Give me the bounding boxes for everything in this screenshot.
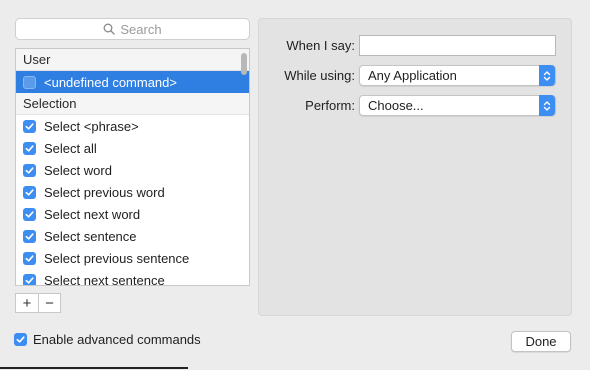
item-label: Select previous sentence [44, 250, 190, 266]
item-label: Select word [44, 162, 112, 178]
list-item[interactable]: Select <phrase> [16, 115, 249, 137]
checkmark-icon [16, 336, 25, 343]
checkmark-icon [25, 254, 34, 262]
search-icon [103, 23, 116, 35]
when-i-say-input[interactable] [359, 35, 556, 56]
checkmark-icon [25, 166, 34, 174]
item-label: Select next sentence [44, 272, 165, 286]
up-down-arrows-icon [539, 65, 555, 86]
list-item[interactable]: <undefined command> [16, 71, 249, 93]
add-command-button[interactable]: + [16, 294, 38, 312]
item-label: Select previous word [44, 184, 165, 200]
add-remove-control: + − [15, 293, 61, 313]
item-label: <undefined command> [44, 74, 177, 90]
checkmark-icon [25, 122, 34, 130]
bottom-divider [0, 367, 188, 369]
item-checkbox[interactable] [23, 185, 36, 199]
checkmark-icon [25, 232, 34, 240]
item-label: Select <phrase> [44, 118, 139, 134]
item-checkbox[interactable] [23, 251, 36, 265]
search-placeholder: Search [120, 21, 162, 37]
enable-advanced-commands[interactable]: Enable advanced commands [14, 332, 201, 347]
list-scrollbar[interactable] [241, 53, 247, 75]
list-item[interactable]: Select next sentence [16, 269, 249, 286]
item-label: Select sentence [44, 228, 137, 244]
done-button[interactable]: Done [511, 331, 571, 352]
checkmark-icon [25, 210, 34, 218]
list-item[interactable]: Select previous word [16, 181, 249, 203]
item-checkbox[interactable] [23, 163, 36, 177]
group-header-user: User [16, 49, 249, 71]
item-checkbox[interactable] [23, 75, 36, 89]
list-item[interactable]: Select previous sentence [16, 247, 249, 269]
item-checkbox[interactable] [23, 207, 36, 221]
list-item[interactable]: Select word [16, 159, 249, 181]
enable-advanced-label: Enable advanced commands [33, 332, 201, 347]
checkmark-icon [25, 188, 34, 196]
item-label: Select next word [44, 206, 141, 222]
group-header-selection: Selection [16, 93, 249, 115]
perform-popup[interactable]: Choose... [359, 95, 556, 116]
list-item[interactable]: Select all [16, 137, 249, 159]
remove-command-button[interactable]: − [38, 294, 60, 312]
item-label: Select all [44, 140, 97, 156]
list-item[interactable]: Select next word [16, 203, 249, 225]
item-checkbox[interactable] [23, 141, 36, 155]
search-input[interactable]: Search [15, 18, 250, 40]
enable-advanced-checkbox[interactable] [14, 333, 27, 346]
while-using-label: While using: [284, 68, 355, 83]
checkmark-icon [25, 276, 34, 284]
item-checkbox[interactable] [23, 273, 36, 285]
perform-label: Perform: [305, 98, 355, 113]
command-list[interactable]: User <undefined command> Selection Selec… [15, 48, 250, 286]
while-using-value: Any Application [368, 68, 457, 83]
group-header-label: Selection [23, 96, 77, 111]
checkmark-icon [25, 144, 34, 152]
command-detail-panel: When I say: While using: Any Application… [258, 18, 572, 316]
perform-value: Choose... [368, 98, 424, 113]
item-checkbox[interactable] [23, 119, 36, 133]
item-checkbox[interactable] [23, 229, 36, 243]
up-down-arrows-icon [539, 95, 555, 116]
while-using-popup[interactable]: Any Application [359, 65, 556, 86]
list-item[interactable]: Select sentence [16, 225, 249, 247]
when-i-say-label: When I say: [286, 38, 355, 53]
group-header-label: User [23, 52, 51, 67]
